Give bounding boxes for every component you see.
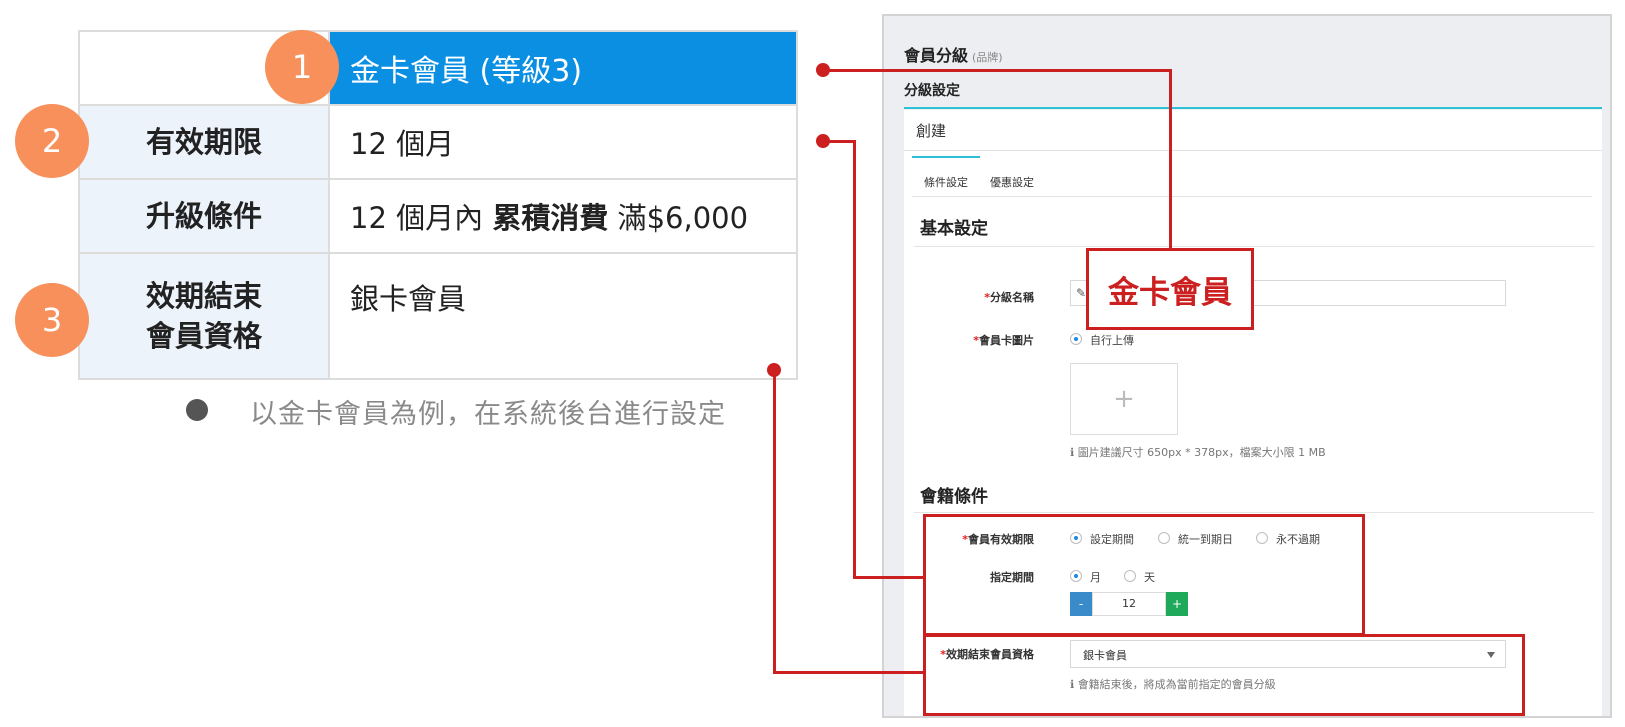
card-image-label-text: 會員卡圖片 [979,334,1034,347]
membership-conditions-divider [914,512,1594,513]
tier-name-label: *分級名稱 [924,289,1034,305]
info-icon: ℹ [1070,446,1078,459]
connector-line-1a [822,69,1172,72]
tab-conditions[interactable]: 條件設定 [912,156,980,190]
connector-line-1b [1169,69,1172,250]
bullet-dot [186,399,208,421]
connector-line-3b [773,671,925,674]
card-image-label: *會員卡圖片 [924,332,1034,348]
upgrade-bold: 累積消費 [492,201,609,235]
expiry-membership-label: 效期結束 會員資格 [78,252,330,380]
upgrade-prefix: 12 個月內 [350,201,493,235]
page-title: 會員分級 (品牌) [904,42,1003,66]
membership-conditions-title: 會籍條件 [920,487,988,507]
page-title-tag: (品牌) [972,51,1003,64]
basic-settings-title: 基本設定 [920,219,988,239]
step-badge-2: 2 [15,104,89,178]
tier-name-callout: 金卡會員 [1086,248,1254,330]
basic-settings-divider [914,246,1594,247]
connector-line-2a [822,140,856,143]
summary-header-tier: 金卡會員 (等級3) [328,30,798,106]
image-size-hint-text: 圖片建議尺寸 650px * 378px，檔案大小限 1 MB [1077,446,1326,459]
validity-highlight-box [923,514,1365,636]
card-header-divider [904,150,1602,151]
upgrade-suffix: 滿$6,000 [608,201,749,235]
step-badge-3: 3 [15,283,89,357]
card-header: 創建 [916,122,947,140]
subtitle-accent-line [904,107,1602,109]
step-badge-1: 1 [265,30,339,104]
section-subtitle: 分級設定 [904,83,960,99]
expiry-label-line1: 效期結束 [145,279,262,313]
connector-line-3a [773,369,776,674]
expiry-membership-value: 銀卡會員 [328,252,798,380]
self-upload-radio[interactable] [1070,333,1082,345]
image-size-hint: ℹ 圖片建議尺寸 650px * 378px，檔案大小限 1 MB [1070,444,1326,460]
tab-bar: 條件設定 優惠設定 [912,156,1592,197]
connector-line-2b [853,140,856,579]
tier-name-label-text: 分級名稱 [990,291,1034,304]
expiry-highlight-box [923,634,1525,716]
page-title-text: 會員分級 [904,46,969,65]
tier-summary-table: 金卡會員 (等級3) 有效期限 12 個月 升級條件 12 個月內 累積消費 滿… [78,30,798,380]
tab-benefits[interactable]: 優惠設定 [990,174,1034,190]
upgrade-condition-label: 升級條件 [78,178,330,254]
tab-active-indicator [912,156,980,158]
tab-conditions-label: 條件設定 [924,176,968,189]
expiry-label-line2: 會員資格 [145,319,262,353]
upgrade-condition-value: 12 個月內 累積消費 滿$6,000 [328,178,798,254]
self-upload-label: 自行上傳 [1090,334,1134,347]
validity-label: 有效期限 [78,104,330,180]
validity-value: 12 個月 [328,104,798,180]
connector-line-2c [853,576,925,579]
image-upload-box[interactable]: + [1070,363,1178,435]
example-note: 以金卡會員為例，在系統後台進行設定 [250,399,726,430]
